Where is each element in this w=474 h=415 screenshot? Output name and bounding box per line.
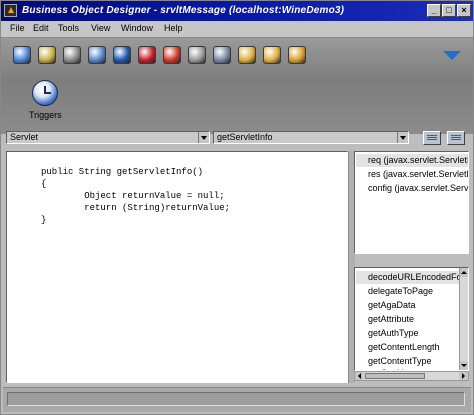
list-view-button[interactable]	[423, 131, 441, 145]
list-item[interactable]: decodeURLEncodedForr	[356, 271, 468, 284]
method-combo[interactable]: getServletInfo	[213, 131, 409, 144]
menu-view[interactable]: View	[91, 23, 110, 33]
brush-icon[interactable]	[63, 46, 81, 64]
scroll-thumb[interactable]	[365, 373, 425, 379]
toolbar: Triggers	[1, 38, 473, 134]
menu-tools[interactable]: Tools	[58, 23, 79, 33]
list-item[interactable]: req (javax.servlet.ServletRe	[356, 154, 468, 167]
menu-edit[interactable]: Edit	[33, 23, 49, 33]
triggers-label[interactable]: Triggers	[29, 110, 62, 120]
status-bar	[3, 387, 471, 412]
app-icon[interactable]	[4, 4, 17, 17]
method-combo-value: getServletInfo	[217, 132, 273, 142]
scroll-left-icon[interactable]	[355, 372, 364, 380]
menu-bar: File Edit Tools View Window Help	[1, 21, 473, 38]
menu-help[interactable]: Help	[164, 23, 183, 33]
syringe-icon[interactable]	[188, 46, 206, 64]
scroll-right-icon[interactable]	[459, 372, 468, 380]
cube-icon[interactable]	[113, 46, 131, 64]
title-bar[interactable]: Business Object Designer - srvltMessage …	[1, 1, 473, 21]
class-combo[interactable]: Servlet	[6, 131, 210, 144]
database-icon[interactable]	[13, 46, 31, 64]
menu-file[interactable]: File	[10, 23, 25, 33]
wand-icon[interactable]	[213, 46, 231, 64]
status-field	[7, 392, 465, 406]
chevron-down-icon[interactable]	[198, 132, 209, 143]
pencil-eraser-icon[interactable]	[163, 46, 181, 64]
list-item[interactable]: config (javax.servlet.Servlet	[356, 182, 468, 195]
list-item[interactable]: delegateToPage	[356, 285, 468, 298]
list-item[interactable]: res (javax.servlet.ServletRe	[356, 168, 468, 181]
hourglass-icon[interactable]	[38, 46, 56, 64]
scroll-down-icon[interactable]	[460, 361, 468, 370]
code-editor[interactable]: public String getServletInfo() { Object …	[6, 151, 348, 383]
list-item[interactable]: getContentLength	[356, 341, 468, 354]
class-combo-value: Servlet	[10, 132, 39, 142]
methods-list[interactable]: decodeURLEncodedForr delegateToPage getA…	[354, 267, 469, 371]
list-item[interactable]: getAttribute	[356, 313, 468, 326]
check-doc-3-icon[interactable]	[288, 46, 306, 64]
check-doc-icon[interactable]	[238, 46, 256, 64]
chevron-down-icon[interactable]	[397, 132, 408, 143]
parameters-list[interactable]: req (javax.servlet.ServletRe res (javax.…	[354, 151, 469, 254]
minimize-button[interactable]: _	[427, 4, 441, 17]
app-window: Business Object Designer - srvltMessage …	[0, 0, 474, 415]
list-item[interactable]: getAgaData	[356, 299, 468, 312]
collapse-arrow-icon[interactable]	[443, 51, 461, 60]
check-doc-2-icon[interactable]	[263, 46, 281, 64]
menu-window[interactable]: Window	[121, 23, 153, 33]
close-button[interactable]: ×	[457, 4, 471, 17]
detail-view-button[interactable]	[447, 131, 465, 145]
maximize-button[interactable]: □	[442, 4, 456, 17]
clock-icon[interactable]	[32, 80, 58, 106]
list-item[interactable]: getAuthType	[356, 327, 468, 340]
scroll-up-icon[interactable]	[460, 268, 468, 277]
methods-scrollbar[interactable]	[459, 268, 468, 370]
magnifier-icon[interactable]	[88, 46, 106, 64]
red-ball-icon[interactable]	[138, 46, 156, 64]
window-title: Business Object Designer - srvltMessage …	[22, 5, 345, 16]
methods-hscrollbar[interactable]	[354, 371, 469, 381]
code-text[interactable]: public String getServletInfo() { Object …	[41, 166, 230, 226]
